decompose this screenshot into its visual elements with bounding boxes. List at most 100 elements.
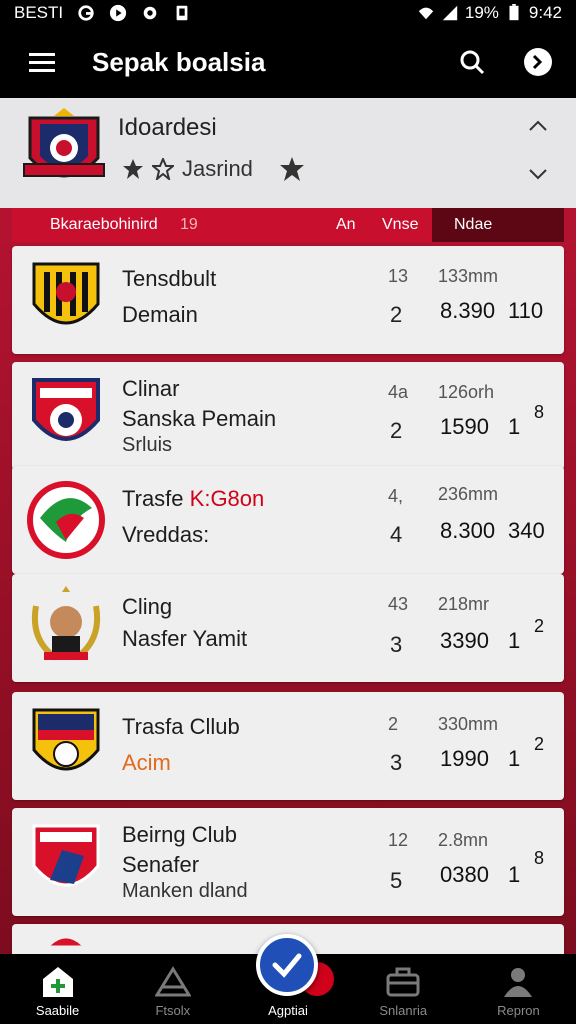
clock: 9:42 — [528, 3, 562, 22]
club-crest-icon — [27, 481, 105, 559]
chevron-down-icon — [529, 169, 547, 180]
club-title-accent: K:G8on — [189, 486, 265, 511]
nav-tab-transfer[interactable]: Snlanria — [346, 954, 461, 1024]
stat-count: 5 — [390, 868, 403, 893]
menu-button[interactable] — [22, 42, 62, 82]
club-title-main: Trasfe — [122, 486, 184, 511]
club-subtitle: Acim — [122, 750, 171, 775]
club-title: Clinar — [122, 376, 180, 401]
stat-unit: 218mr — [438, 594, 490, 614]
stat-top: 12 — [388, 830, 409, 850]
chevron-up-icon — [529, 120, 547, 131]
club-subtitle: Vreddas: — [122, 522, 210, 547]
briefcase-icon — [386, 967, 420, 997]
nav-label: Repron — [497, 1003, 540, 1018]
stat-unit: 236mm — [438, 484, 499, 504]
club-subtitle: Sanska Pemain — [122, 406, 277, 431]
club-title: Trasfa Cllub — [122, 714, 240, 739]
stat-unit: 2.8mn — [438, 830, 489, 850]
club-crest-icon — [32, 708, 100, 771]
club-detail: Manken dland — [122, 880, 248, 902]
battery-percent: 19% — [464, 3, 499, 22]
column-a[interactable]: An — [336, 216, 356, 234]
nav-tab-profile[interactable]: Repron — [461, 954, 576, 1024]
arrow-circle-icon — [524, 48, 552, 76]
club-name: Idoardesi — [118, 114, 217, 141]
stat-value: 0380 — [440, 862, 489, 887]
carrier-label: BESTI — [14, 3, 64, 22]
play-icon — [110, 4, 127, 22]
forward-button[interactable] — [518, 42, 558, 82]
stat-value: 1590 — [440, 414, 489, 439]
stat-value: 8.390 — [440, 298, 496, 323]
stat-superscript: 2 — [534, 734, 545, 754]
list-item[interactable]: Trasfe K:G8on Vreddas: 4, 4 236mm 8.300 … — [12, 466, 564, 574]
column-selected[interactable]: Ndae — [432, 208, 564, 242]
stat-extra: 1 — [508, 862, 521, 887]
column-selected-label: Ndae — [454, 216, 493, 233]
clipboard-icon — [176, 5, 188, 21]
club-crest-icon — [32, 378, 100, 441]
expand-button[interactable] — [524, 160, 552, 188]
stat-top: 4a — [388, 382, 409, 402]
nav-tab-home[interactable]: Saabile — [0, 954, 115, 1024]
club-subtitle: Senafer — [122, 852, 200, 877]
stat-count: 3 — [390, 632, 403, 657]
nav-label: Ftsolx — [155, 1003, 191, 1018]
club-title: Cling — [122, 594, 173, 619]
check-icon — [272, 953, 302, 978]
app-title: Sepak boalsia — [92, 46, 266, 77]
club-crest-icon — [32, 824, 100, 887]
column-header: Bkaraebohinird 19 An Vnse Ndae — [12, 208, 564, 242]
list-item[interactable]: Beirng Club Senafer Manken dland 12 5 2.… — [12, 808, 564, 916]
person-icon — [504, 968, 533, 997]
stat-extra: 1 — [508, 746, 521, 771]
rating-label: Jasrind — [182, 156, 253, 181]
stat-unit: 330mm — [438, 714, 499, 734]
nav-label: Snlanria — [379, 1003, 428, 1018]
stat-value: 8.300 — [440, 518, 496, 543]
app-bar: Sepak boalsia — [0, 26, 576, 98]
list-item[interactable]: Clinar Sanska Pemain Srluis 4a 2 126orh … — [12, 362, 564, 470]
list-item[interactable]: Tensdbult Demain 13 2 133mm 8.390 110 — [12, 246, 564, 354]
stadium-icon — [154, 966, 191, 997]
favorite-star-icon[interactable] — [279, 156, 305, 182]
club-detail: Srluis — [122, 434, 173, 456]
stat-extra: 340 — [508, 518, 545, 543]
battery-icon — [509, 4, 519, 21]
gear-icon — [143, 6, 157, 20]
club-rating: Jasrind — [122, 156, 305, 182]
home-plus-icon — [42, 967, 73, 997]
club-title: Tensdbult — [122, 266, 217, 291]
list-item[interactable]: Cling Nasfer Yamit 43 3 218mr 3390 1 2 — [12, 574, 564, 682]
nav-tab-stadium[interactable]: Ftsolx — [115, 954, 230, 1024]
column-count: 19 — [180, 216, 198, 233]
club-subtitle: Nasfer Yamit — [122, 626, 248, 651]
stat-top: 4, — [388, 486, 404, 506]
star-outline-icon — [152, 158, 174, 180]
stat-count: 3 — [390, 750, 403, 775]
club-header: Idoardesi Jasrind — [0, 98, 576, 208]
column-b[interactable]: Vnse — [382, 216, 418, 234]
club-title: Trasfe K:G8on — [122, 486, 264, 512]
stat-count: 2 — [390, 418, 403, 443]
stat-value: 1990 — [440, 746, 489, 771]
stat-extra: 110 — [508, 298, 544, 323]
stat-extra: 1 — [508, 414, 521, 439]
confirm-fab-button[interactable] — [256, 934, 318, 996]
stat-superscript: 2 — [534, 616, 545, 636]
collapse-button[interactable] — [524, 112, 552, 140]
stat-top: 2 — [388, 714, 399, 734]
stat-unit: 126orh — [438, 382, 495, 402]
g-icon — [78, 5, 94, 21]
column-name[interactable]: Bkaraebohinird — [50, 216, 158, 234]
stat-count: 2 — [390, 302, 403, 327]
search-button[interactable] — [452, 42, 492, 82]
club-subtitle: Demain — [122, 302, 198, 327]
club-crest-icon — [32, 586, 100, 661]
hamburger-icon — [29, 53, 55, 72]
signal-icon — [442, 5, 458, 21]
stat-value: 3390 — [440, 628, 489, 653]
list-item[interactable]: Trasfa Cllub Acim 2 3 330mm 1990 1 2 — [12, 692, 564, 800]
club-crest-icon — [32, 262, 100, 325]
